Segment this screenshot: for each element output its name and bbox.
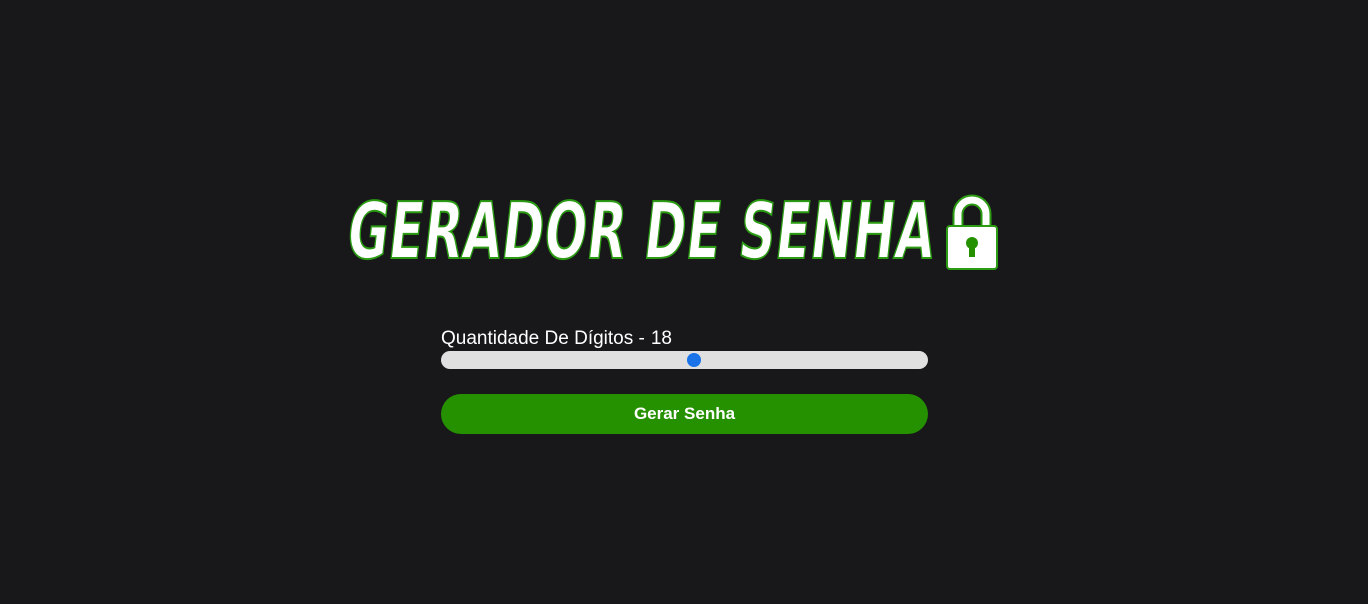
header: GERADOR DE SENHA [342, 182, 1248, 282]
digit-count-slider[interactable] [441, 351, 928, 369]
slider-label: Quantidade De Dígitos - 18 [441, 328, 928, 350]
page: GERADOR DE SENHA Quantidade De Dígitos -… [0, 0, 1368, 604]
slider-label-text: Quantidade De Dígitos - [441, 328, 645, 349]
generate-password-button[interactable]: Gerar Senha [441, 394, 928, 434]
slider-value: 18 [650, 328, 672, 349]
lock-icon [946, 194, 998, 270]
slider-thumb[interactable] [686, 353, 701, 367]
password-controls: Quantidade De Dígitos - 18 Gerar Senha [441, 328, 928, 434]
page-title: GERADOR DE SENHA [342, 186, 941, 278]
